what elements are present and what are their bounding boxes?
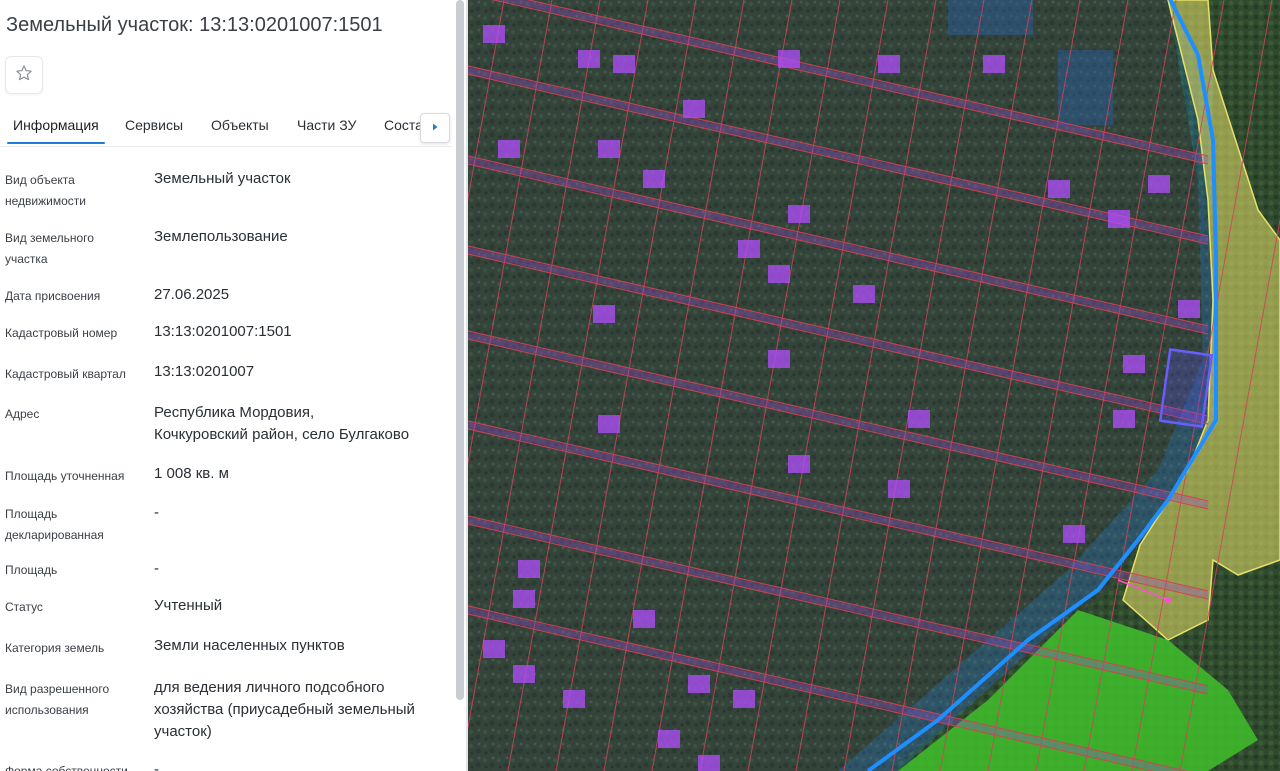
building-marker[interactable] xyxy=(738,240,760,258)
row-value: 13:13:0201007 xyxy=(154,363,255,380)
tabs-next-button[interactable] xyxy=(420,113,450,143)
row-label: Вид разрешенного использования xyxy=(5,682,110,717)
building-marker[interactable] xyxy=(733,690,755,708)
building-marker[interactable] xyxy=(578,50,600,68)
building-marker[interactable] xyxy=(598,415,620,433)
row-value: Учтенный xyxy=(154,597,223,614)
building-marker[interactable] xyxy=(613,55,635,73)
tab-information[interactable]: Информация xyxy=(7,116,105,144)
chevron-right-icon xyxy=(430,119,440,137)
building-marker[interactable] xyxy=(598,140,620,158)
row-label: Кадастровый квартал xyxy=(5,367,126,381)
row-label: Площадь xyxy=(5,563,58,577)
row-value: - xyxy=(154,560,159,577)
building-marker[interactable] xyxy=(643,170,665,188)
building-marker[interactable] xyxy=(788,455,810,473)
selected-parcel[interactable] xyxy=(1158,348,1214,428)
building-marker[interactable] xyxy=(658,730,680,748)
row-label: Статус xyxy=(5,600,43,614)
row-value: Землепользование xyxy=(154,228,288,245)
building-marker[interactable] xyxy=(1113,410,1135,428)
star-icon xyxy=(14,63,34,88)
tab-composition[interactable]: Соста xyxy=(384,116,423,144)
map-canvas[interactable] xyxy=(468,0,1280,771)
building-marker[interactable] xyxy=(1148,175,1170,193)
building-marker[interactable] xyxy=(888,480,910,498)
row-label: Вид земельного участка xyxy=(5,231,94,266)
tab-objects[interactable]: Объекты xyxy=(211,116,269,144)
row-label: Категория земель xyxy=(5,641,105,655)
building-marker[interactable] xyxy=(633,610,655,628)
building-marker[interactable] xyxy=(483,25,505,43)
building-marker[interactable] xyxy=(513,590,535,608)
building-marker[interactable] xyxy=(878,55,900,73)
row-value: 1 008 кв. м xyxy=(154,465,229,482)
row-label: Площадь уточненная xyxy=(5,469,125,483)
building-marker[interactable] xyxy=(593,305,615,323)
page-title: Земельный участок: 13:13:0201007:1501 xyxy=(6,14,383,36)
building-marker[interactable] xyxy=(1063,525,1085,543)
row-label: Форма собственности xyxy=(5,764,128,771)
row-value: для ведения личного подсобного хозяйства… xyxy=(154,679,415,740)
building-marker[interactable] xyxy=(498,140,520,158)
row-label: Дата присвоения xyxy=(5,289,101,303)
row-value: Земельный участок xyxy=(154,170,291,187)
row-label: Кадастровый номер xyxy=(5,326,118,340)
building-marker[interactable] xyxy=(768,265,790,283)
favorite-button[interactable] xyxy=(5,56,43,94)
building-marker[interactable] xyxy=(688,675,710,693)
building-marker[interactable] xyxy=(1108,210,1130,228)
tab-bar: Информация Сервисы Объекты Части ЗУ Сост… xyxy=(0,112,452,147)
building-marker[interactable] xyxy=(698,755,720,771)
building-marker[interactable] xyxy=(683,100,705,118)
building-marker[interactable] xyxy=(983,55,1005,73)
info-panel: Земельный участок: 13:13:0201007:1501 Ин… xyxy=(0,0,466,771)
panel-scrollbar[interactable] xyxy=(456,0,464,700)
row-label: Адрес xyxy=(5,407,40,421)
water-zone xyxy=(948,0,1033,35)
row-label: Площадь декларированная xyxy=(5,507,104,542)
building-marker[interactable] xyxy=(563,690,585,708)
cadastral-map[interactable] xyxy=(468,0,1280,771)
building-marker[interactable] xyxy=(513,665,535,683)
tab-services[interactable]: Сервисы xyxy=(125,116,183,144)
row-value: 13:13:0201007:1501 xyxy=(154,323,292,340)
building-marker[interactable] xyxy=(518,560,540,578)
row-value: Республика Мордовия, Кочкуровский район,… xyxy=(154,404,410,443)
building-marker[interactable] xyxy=(1123,355,1145,373)
water-zone-2 xyxy=(1058,50,1113,125)
parcel-point xyxy=(1165,597,1171,603)
row-value: - xyxy=(154,761,159,771)
building-marker[interactable] xyxy=(908,410,930,428)
row-label: Вид объекта недвижимости xyxy=(5,173,86,208)
row-value: Земли населенных пунктов xyxy=(154,637,345,654)
building-marker[interactable] xyxy=(1048,180,1070,198)
building-marker[interactable] xyxy=(768,350,790,368)
building-marker[interactable] xyxy=(778,50,800,68)
row-value: 27.06.2025 xyxy=(154,286,230,303)
building-marker[interactable] xyxy=(853,285,875,303)
building-marker[interactable] xyxy=(1178,300,1200,318)
building-marker[interactable] xyxy=(788,205,810,223)
tab-land-parts[interactable]: Части ЗУ xyxy=(297,116,356,144)
row-value: - xyxy=(154,504,159,521)
building-marker[interactable] xyxy=(483,640,505,658)
